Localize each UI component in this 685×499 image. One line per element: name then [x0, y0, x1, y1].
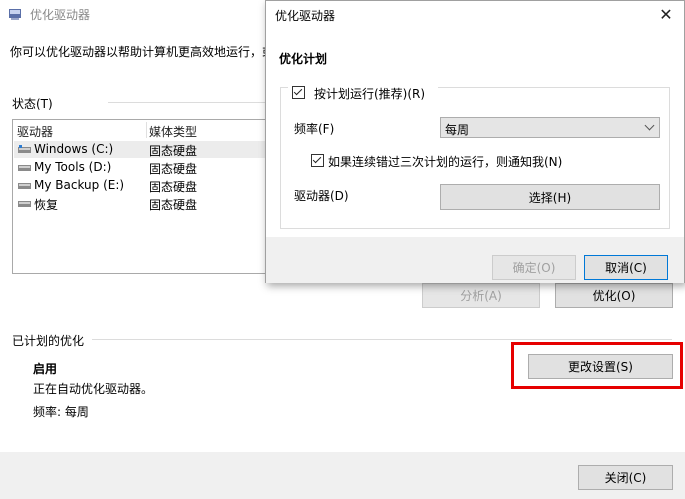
drive-row-d[interactable]: My Tools (D:) 固态硬盘: [14, 159, 272, 176]
drive-type: 固态硬盘: [149, 144, 198, 158]
frequency-select[interactable]: 每周: [440, 117, 660, 138]
choose-drives-button[interactable]: 选择(H): [440, 184, 660, 210]
main-footer: 关闭(C): [0, 452, 685, 499]
dialog-title: 优化驱动器: [275, 9, 336, 23]
scheduled-status: 启用: [33, 362, 58, 376]
drive-type: 固态硬盘: [149, 180, 198, 194]
section-title: 优化计划: [279, 52, 328, 66]
scheduled-group-label: 已计划的优化: [12, 334, 85, 348]
frequency-label: 频率(F): [294, 122, 335, 136]
column-header-media-type[interactable]: 媒体类型: [149, 123, 197, 140]
notify-checkbox[interactable]: [311, 154, 324, 167]
drive-name: My Backup (E:): [34, 178, 125, 192]
drive-name: My Tools (D:): [34, 160, 112, 174]
drive-row-c[interactable]: Windows (C:) 固态硬盘: [14, 141, 272, 158]
run-on-schedule-label[interactable]: 按计划运行(推荐)(R): [314, 85, 425, 102]
cancel-button[interactable]: 取消(C): [584, 255, 668, 280]
close-button[interactable]: 关闭(C): [578, 465, 673, 490]
drive-icon: [18, 201, 31, 207]
drive-row-e[interactable]: My Backup (E:) 固态硬盘: [14, 177, 272, 194]
drive-name: 恢复: [34, 198, 59, 212]
highlight-box: [511, 342, 683, 389]
scheduled-description: 正在自动优化驱动器。: [33, 382, 154, 396]
frequency-value: 每周: [445, 123, 470, 137]
status-group-label: 状态(T): [12, 97, 53, 111]
drive-type: 固态硬盘: [149, 162, 198, 176]
drive-type: 固态硬盘: [149, 198, 198, 212]
column-divider: [146, 122, 147, 138]
optimize-drives-app-icon: [9, 9, 21, 20]
chevron-down-icon: [644, 120, 655, 131]
drive-icon: [18, 165, 31, 171]
main-description: 你可以优化驱动器以帮助计算机更高效地运行，或者: [10, 45, 287, 59]
scheduled-divider: [92, 339, 672, 340]
analyze-button[interactable]: 分析(A): [422, 283, 540, 308]
drives-label: 驱动器(D): [294, 189, 349, 203]
notify-label[interactable]: 如果连续错过三次计划的运行，则通知我(N): [328, 153, 562, 170]
scheduled-frequency: 频率: 每周: [33, 405, 89, 419]
drive-icon: [18, 183, 31, 189]
run-on-schedule-checkbox[interactable]: [292, 86, 305, 99]
schedule-checkbox-group[interactable]: 按计划运行(推荐)(R): [288, 84, 438, 102]
drive-list[interactable]: 驱动器 媒体类型 Windows (C:) 固态硬盘 My Tools (D:)…: [12, 119, 274, 274]
dialog-content: 优化计划 按计划运行(推荐)(R) 频率(F) 每周 如果连续错过三次计划的运行…: [266, 29, 684, 237]
close-icon[interactable]: ✕: [656, 5, 676, 25]
schedule-dialog: 优化驱动器 ✕ 优化计划 按计划运行(推荐)(R) 频率(F) 每周 如果连续错…: [265, 0, 685, 283]
windows-drive-icon: [18, 145, 31, 153]
drive-row-recovery[interactable]: 恢复 固态硬盘: [14, 195, 272, 212]
optimize-button[interactable]: 优化(O): [555, 283, 673, 308]
ok-button[interactable]: 确定(O): [492, 255, 576, 280]
dialog-titlebar: 优化驱动器 ✕: [266, 1, 684, 29]
drive-name: Windows (C:): [34, 142, 114, 156]
dialog-footer: 确定(O) 取消(C): [266, 237, 684, 283]
column-header-drive[interactable]: 驱动器: [17, 123, 53, 140]
main-window-title: 优化驱动器: [30, 8, 91, 22]
status-divider: [108, 102, 268, 103]
